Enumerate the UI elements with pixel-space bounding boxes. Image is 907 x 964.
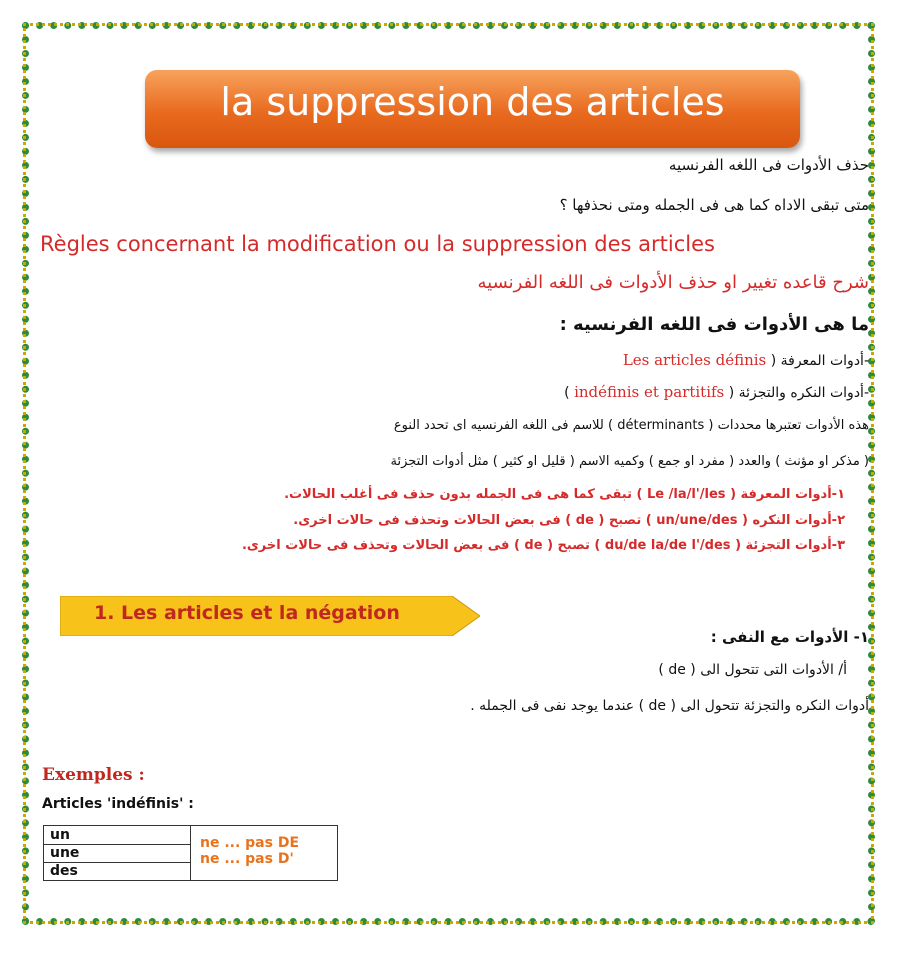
list-item-indefinis-fr: indéfinis et partitifs <box>574 383 725 401</box>
list-item-definis-ar: -أدوات المعرفة ( <box>770 353 869 369</box>
negation-sub: أ/ الأدوات التى تتحول الى ( de ) <box>658 662 847 678</box>
rule-item-1: ١-أدوات المعرفة ( Le /la/l'/les ) تبقى ك… <box>284 487 845 502</box>
list-item-indefinis-close: ) <box>564 385 570 401</box>
rule-heading-ar: شرح قاعده تغيير او حذف الأدوات فى اللغه … <box>477 272 869 293</box>
examples-subtitle: Articles 'indéfinis' : <box>42 796 194 812</box>
negation-body: أدوات النكره والتجزئة تتحول الى ( de ) ع… <box>470 698 869 714</box>
examples-title: Exemples : <box>42 765 145 785</box>
title-banner: la suppression des articles <box>145 70 800 148</box>
rule-item-2: ٢-أدوات النكره ( un/une/des ) تصبح ( de … <box>293 513 845 528</box>
intro-line-1: حذف الأدوات فى اللغه الفرنسيه <box>668 156 869 174</box>
table-cell-ne-pas-de: ne ... pas DE <box>200 835 300 851</box>
section-arrow-banner: 1. Les articles et la négation <box>60 596 480 636</box>
rule-item-3: ٣-أدوات التجزئة ( du/de la/de l'/des ) ت… <box>241 538 845 553</box>
table-cell-une: une <box>50 845 80 861</box>
description-line-1: هذه الأدوات تعتبرها محددات ( déterminant… <box>393 418 869 433</box>
negation-title: ١- الأدوات مع النفى : <box>710 628 869 646</box>
examples-table: un une des ne ... pas DE ne ... pas D' <box>43 825 338 881</box>
table-cell-ne-pas-d: ne ... pas D' <box>200 851 294 867</box>
table-column-articles: un une des <box>44 826 191 880</box>
list-item-indefinis-ar: -أدوات النكره والتجزئة ( <box>728 385 869 401</box>
description-line-2: ( مذكر او مؤنث ) والعدد ( مفرد او جمع ) … <box>390 454 869 469</box>
rule-heading-fr: Règles concernant la modification ou la … <box>40 232 715 256</box>
list-item-indefinis: -أدوات النكره والتجزئة ( indéfinis et pa… <box>564 383 869 401</box>
table-cell-un: un <box>50 827 70 843</box>
intro-line-2: متى تبقى الاداه كما هى فى الجمله ومتى نح… <box>559 196 869 214</box>
page-title: la suppression des articles <box>220 80 725 124</box>
list-item-definis: -أدوات المعرفة ( Les articles définis <box>623 351 869 369</box>
section-title: 1. Les articles et la négation <box>94 602 400 624</box>
list-item-definis-fr: Les articles définis <box>622 351 767 369</box>
table-cell-des: des <box>50 863 78 879</box>
question-heading: ما هى الأدوات فى اللغه الفرنسيه : <box>559 314 869 335</box>
